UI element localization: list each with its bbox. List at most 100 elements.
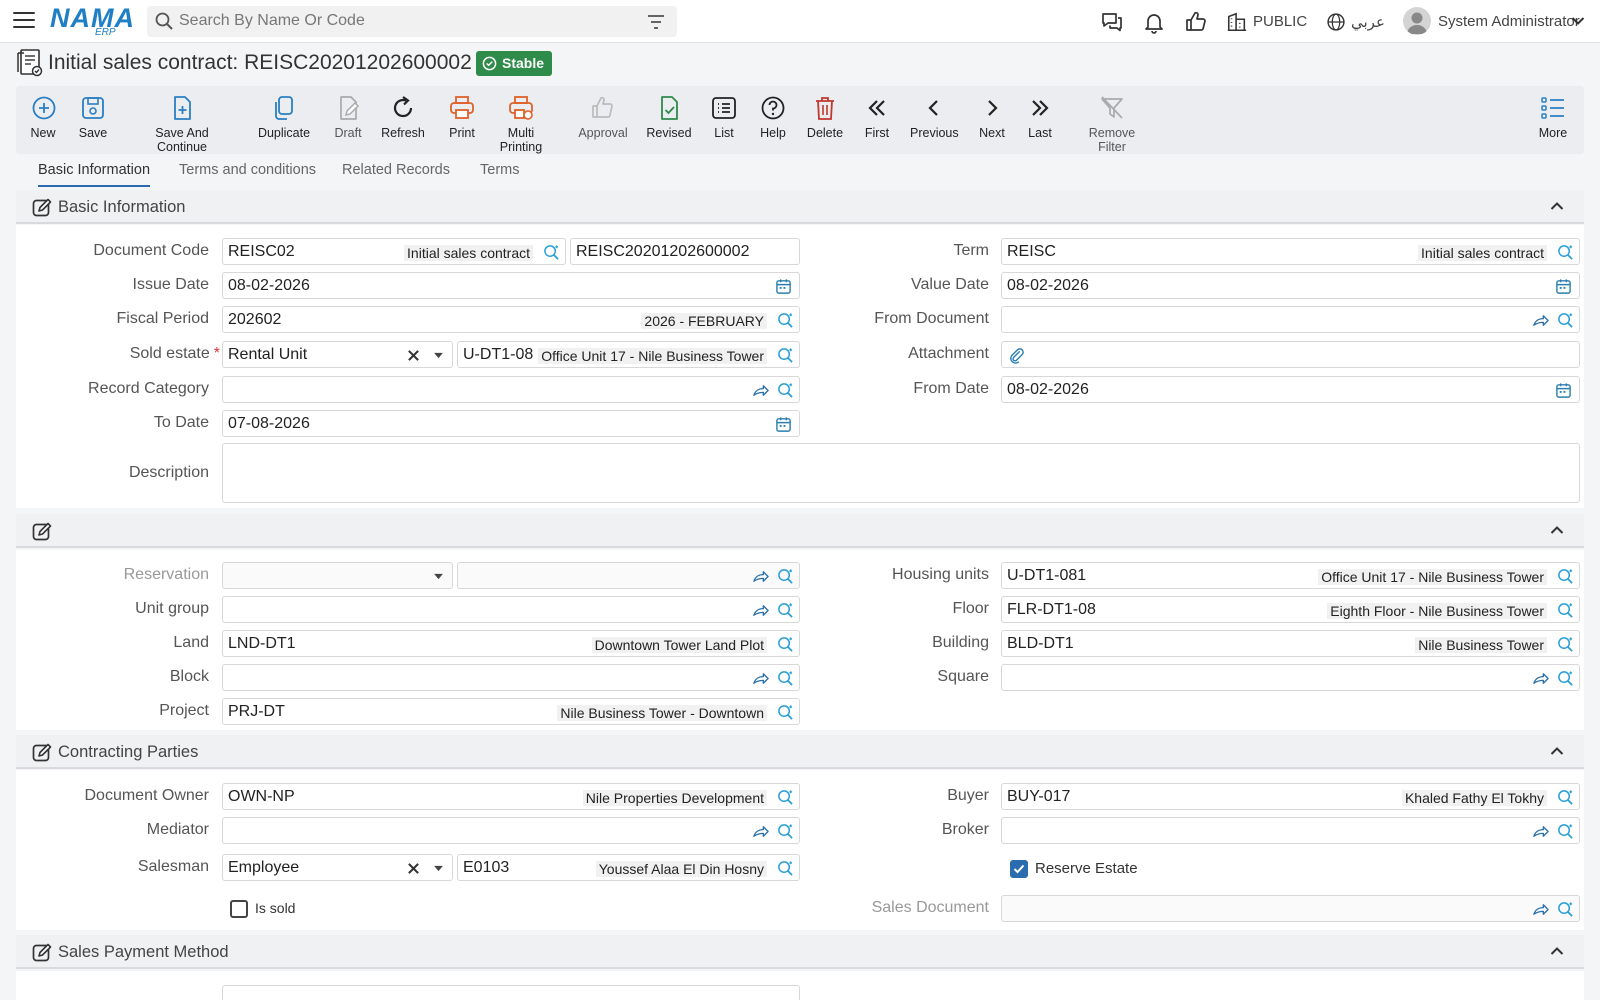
- chevron-up-icon[interactable]: [1550, 946, 1564, 956]
- share-arrow-icon[interactable]: [1532, 670, 1549, 687]
- more-button[interactable]: More: [1538, 94, 1568, 140]
- lookup-icon[interactable]: [777, 568, 794, 585]
- unit-group-field[interactable]: [222, 596, 800, 623]
- save-and-continue-button[interactable]: Save And Continue: [130, 94, 234, 154]
- list-button[interactable]: List: [710, 94, 738, 140]
- housing-units-field[interactable]: U-DT1-081 Office Unit 17 - Nile Business…: [1001, 562, 1580, 589]
- share-arrow-icon[interactable]: [1532, 823, 1549, 840]
- user-name[interactable]: System Administrator: [1438, 13, 1580, 30]
- sales-payment-method-field[interactable]: [222, 985, 800, 1000]
- filter-icon[interactable]: [647, 14, 665, 30]
- to-date-field[interactable]: 07-08-2026: [222, 410, 800, 437]
- lookup-icon[interactable]: [777, 670, 794, 687]
- draft-button[interactable]: Draft: [332, 94, 364, 140]
- section-header-sales-payment-method[interactable]: Sales Payment Method: [16, 935, 1584, 969]
- lookup-icon[interactable]: [1557, 901, 1574, 918]
- document-owner-field[interactable]: OWN-NP Nile Properties Development: [222, 783, 800, 810]
- lookup-icon[interactable]: [1557, 670, 1574, 687]
- calendar-icon[interactable]: [775, 416, 792, 433]
- chat-icon[interactable]: [1100, 10, 1124, 34]
- lookup-icon[interactable]: [777, 347, 794, 364]
- section-header-contracting-parties[interactable]: Contracting Parties: [16, 735, 1584, 769]
- share-arrow-icon[interactable]: [752, 670, 769, 687]
- issue-date-field[interactable]: 08-02-2026: [222, 272, 800, 299]
- section-header-estate[interactable]: [16, 514, 1584, 548]
- help-button[interactable]: Help: [759, 94, 787, 140]
- bell-icon[interactable]: [1142, 10, 1166, 34]
- caret-down-icon[interactable]: [433, 573, 444, 580]
- delete-button[interactable]: Delete: [806, 94, 844, 140]
- lookup-icon[interactable]: [777, 789, 794, 806]
- calendar-icon[interactable]: [1555, 278, 1572, 295]
- paperclip-icon[interactable]: [1008, 347, 1025, 364]
- last-record-button[interactable]: Last: [1026, 94, 1054, 140]
- lookup-icon[interactable]: [777, 312, 794, 329]
- reserve-estate-checkbox[interactable]: [1010, 860, 1028, 878]
- calendar-icon[interactable]: [1555, 382, 1572, 399]
- chevron-up-icon[interactable]: [1550, 201, 1564, 211]
- tab-terms[interactable]: Terms: [480, 162, 519, 185]
- new-button[interactable]: New: [30, 94, 56, 140]
- save-button[interactable]: Save: [78, 94, 108, 140]
- language-switch[interactable]: عربي: [1351, 13, 1385, 31]
- previous-record-button[interactable]: Previous: [910, 94, 959, 140]
- record-category-field[interactable]: [222, 376, 800, 403]
- share-arrow-icon[interactable]: [1532, 901, 1549, 918]
- document-code-field[interactable]: REISC02 Initial sales contract: [222, 238, 566, 265]
- lookup-icon[interactable]: [1557, 244, 1574, 261]
- value-date-field[interactable]: 08-02-2026: [1001, 272, 1580, 299]
- next-record-button[interactable]: Next: [978, 94, 1006, 140]
- salesman-type-select[interactable]: Employee: [222, 854, 453, 881]
- share-arrow-icon[interactable]: [1532, 312, 1549, 329]
- lookup-icon[interactable]: [777, 704, 794, 721]
- building-field[interactable]: BLD-DT1 Nile Business Tower: [1001, 630, 1580, 657]
- lookup-icon[interactable]: [777, 382, 794, 399]
- section-header-basic-information[interactable]: Basic Information: [16, 190, 1584, 224]
- share-arrow-icon[interactable]: [752, 382, 769, 399]
- sold-estate-type-select[interactable]: Rental Unit: [222, 341, 453, 368]
- share-arrow-icon[interactable]: [752, 602, 769, 619]
- block-field[interactable]: [222, 664, 800, 691]
- fiscal-period-field[interactable]: 202602 2026 - FEBRUARY: [222, 306, 800, 333]
- lookup-icon[interactable]: [1557, 823, 1574, 840]
- from-date-field[interactable]: 08-02-2026: [1001, 376, 1580, 403]
- duplicate-button[interactable]: Duplicate: [256, 94, 312, 140]
- clear-icon[interactable]: [407, 862, 420, 875]
- print-button[interactable]: Print: [448, 94, 476, 140]
- reservation-select[interactable]: [222, 562, 453, 589]
- lookup-icon[interactable]: [777, 860, 794, 877]
- lookup-icon[interactable]: [777, 823, 794, 840]
- approval-button[interactable]: Approval: [578, 94, 628, 140]
- description-textarea[interactable]: [222, 443, 1580, 503]
- public-label[interactable]: PUBLIC: [1253, 13, 1307, 30]
- lookup-icon[interactable]: [1557, 602, 1574, 619]
- land-field[interactable]: LND-DT1 Downtown Tower Land Plot: [222, 630, 800, 657]
- nama-erp-logo[interactable]: NAMA ERP: [50, 4, 135, 38]
- share-arrow-icon[interactable]: [752, 823, 769, 840]
- remove-filter-button[interactable]: Remove Filter: [1074, 94, 1150, 154]
- salesman-field[interactable]: E0103 Youssef Alaa El Din Hosny: [457, 854, 800, 881]
- lookup-icon[interactable]: [1557, 789, 1574, 806]
- reservation-field[interactable]: [457, 562, 800, 589]
- attachment-field[interactable]: [1001, 341, 1580, 368]
- first-record-button[interactable]: First: [862, 94, 892, 140]
- tab-basic-information[interactable]: Basic Information: [38, 162, 151, 187]
- term-field[interactable]: REISC Initial sales contract: [1001, 238, 1580, 265]
- broker-field[interactable]: [1001, 817, 1580, 844]
- lookup-icon[interactable]: [1557, 636, 1574, 653]
- tab-terms-and-conditions[interactable]: Terms and conditions: [179, 162, 316, 185]
- lookup-icon[interactable]: [1557, 568, 1574, 585]
- is-sold-checkbox[interactable]: [230, 900, 248, 918]
- chevron-up-icon[interactable]: [1550, 746, 1564, 756]
- chevron-down-icon[interactable]: [1571, 15, 1585, 27]
- clear-icon[interactable]: [407, 349, 420, 362]
- revised-button[interactable]: Revised: [646, 94, 692, 140]
- tab-related-records[interactable]: Related Records: [342, 162, 450, 185]
- caret-down-icon[interactable]: [433, 352, 444, 359]
- user-avatar[interactable]: [1403, 7, 1431, 35]
- multi-printing-button[interactable]: Multi Printing: [486, 94, 556, 154]
- calendar-icon[interactable]: [775, 278, 792, 295]
- search-input[interactable]: [179, 9, 639, 33]
- globe-icon[interactable]: [1326, 12, 1346, 32]
- building-icon[interactable]: [1226, 10, 1248, 34]
